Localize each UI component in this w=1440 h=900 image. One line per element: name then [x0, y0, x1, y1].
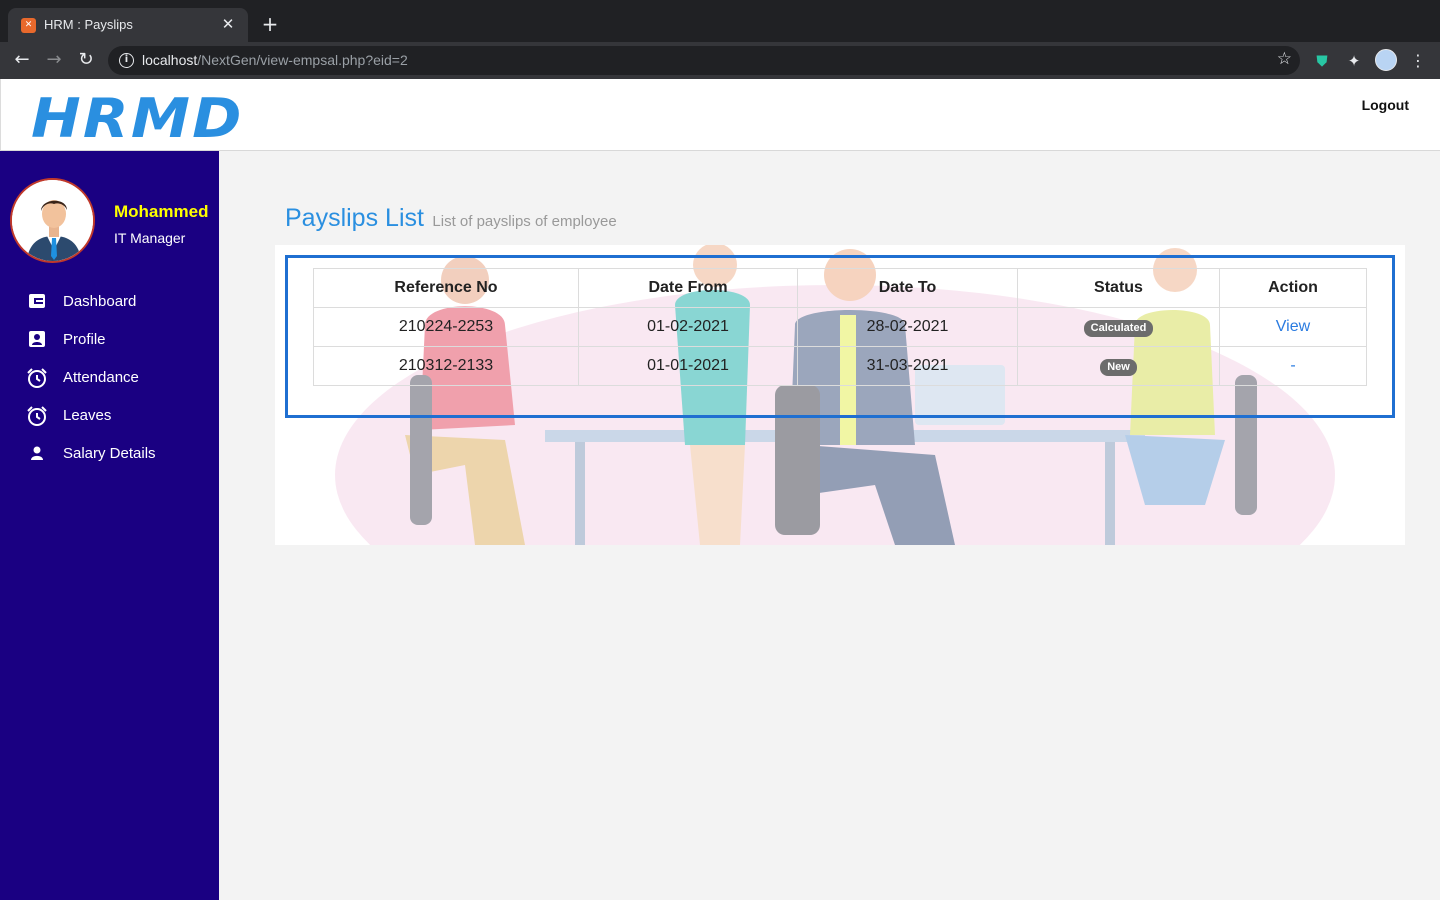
browser-tab[interactable]: ✕ HRM : Payslips ✕ — [8, 8, 248, 42]
logout-link[interactable]: Logout — [1362, 97, 1409, 113]
sidebar-item-label: Salary Details — [63, 445, 156, 462]
browser-toolbar: ← → ↻ i localhost/NextGen/view-empsal.ph… — [0, 42, 1440, 79]
sidebar-item-attendance[interactable]: Attendance — [0, 359, 219, 397]
dashboard-icon — [26, 291, 48, 313]
column-header-date-from[interactable]: Date From — [578, 268, 798, 308]
reference-no-cell: 210312-2133 — [313, 346, 579, 386]
status-cell: New — [1017, 346, 1220, 386]
date-from-cell: 01-01-2021 — [578, 346, 798, 386]
page-heading: Payslips List List of payslips of employ… — [285, 204, 617, 233]
sidebar-item-label: Profile — [63, 331, 106, 348]
reference-no-cell: 210224-2253 — [313, 307, 579, 347]
status-badge: New — [1100, 358, 1137, 376]
url-text[interactable]: localhost/NextGen/view-empsal.php?eid=2 — [142, 52, 408, 68]
site-info-icon[interactable]: i — [119, 53, 134, 68]
extension-shield-icon[interactable]: ⛊ — [1312, 51, 1332, 71]
payslips-panel: Reference No Date From Date To Status Ac… — [275, 245, 1405, 545]
payslips-table: Reference No Date From Date To Status Ac… — [313, 268, 1367, 386]
sidebar: Mohammed IT Manager Dashboard Profile At… — [0, 151, 219, 900]
app-header: HRMD Logout — [0, 79, 1440, 151]
address-bar[interactable]: i localhost/NextGen/view-empsal.php?eid=… — [108, 46, 1300, 75]
sidebar-item-profile[interactable]: Profile — [0, 321, 219, 359]
back-icon[interactable]: ← — [9, 47, 35, 73]
forward-icon[interactable]: → — [41, 47, 67, 73]
action-cell: - — [1219, 346, 1367, 386]
browser-menu-icon[interactable]: ⋮ — [1408, 51, 1428, 71]
url-path: /NextGen/view-empsal.php?eid=2 — [197, 52, 408, 68]
close-tab-icon[interactable]: ✕ — [218, 14, 238, 34]
browser-tab-strip: ✕ HRM : Payslips ✕ + — [0, 0, 1440, 42]
bookmark-star-icon[interactable]: ☆ — [1277, 49, 1292, 69]
user-role: IT Manager — [114, 230, 186, 246]
status-cell: Calculated — [1017, 307, 1220, 347]
sidebar-item-label: Leaves — [63, 407, 112, 424]
sidebar-item-label: Dashboard — [63, 293, 137, 310]
new-tab-icon[interactable]: + — [258, 12, 282, 36]
page-subtitle: List of payslips of employee — [432, 213, 617, 230]
person-icon — [26, 443, 48, 465]
column-header-action[interactable]: Action — [1219, 268, 1367, 308]
tab-title: HRM : Payslips — [44, 17, 133, 32]
sidebar-item-salary-details[interactable]: Salary Details — [0, 435, 219, 473]
table-row: 210224-2253 01-02-2021 28-02-2021 Calcul… — [313, 307, 1367, 347]
profile-card-icon — [26, 329, 48, 351]
alarm-clock-icon — [26, 405, 48, 427]
user-name: Mohammed — [114, 202, 209, 221]
url-host: localhost — [142, 52, 198, 68]
action-placeholder: - — [1290, 357, 1296, 374]
table-header-row: Reference No Date From Date To Status Ac… — [313, 268, 1367, 308]
businessman-avatar-icon — [12, 180, 93, 261]
alarm-clock-icon — [26, 367, 48, 389]
date-from-cell: 01-02-2021 — [578, 307, 798, 347]
reload-icon[interactable]: ↻ — [73, 47, 99, 73]
profile-avatar-icon[interactable] — [1375, 49, 1397, 71]
sidebar-item-dashboard[interactable]: Dashboard — [0, 283, 219, 321]
date-to-cell: 31-03-2021 — [797, 346, 1018, 386]
extensions-puzzle-icon[interactable]: ✦ — [1344, 51, 1364, 71]
view-payslip-link[interactable]: View — [1276, 318, 1310, 335]
user-avatar — [10, 178, 95, 263]
table-row: 210312-2133 01-01-2021 31-03-2021 New - — [313, 346, 1367, 386]
sidebar-menu: Dashboard Profile Attendance Leaves Sala… — [0, 283, 219, 473]
xampp-favicon-icon: ✕ — [21, 18, 36, 33]
hrmd-logo[interactable]: HRMD — [31, 89, 244, 149]
date-to-cell: 28-02-2021 — [797, 307, 1018, 347]
sidebar-item-label: Attendance — [63, 369, 139, 386]
column-header-reference-no[interactable]: Reference No — [313, 268, 579, 308]
column-header-status[interactable]: Status — [1017, 268, 1220, 308]
status-badge: Calculated — [1083, 319, 1154, 337]
payslips-table-container: Reference No Date From Date To Status Ac… — [285, 255, 1395, 418]
sidebar-item-leaves[interactable]: Leaves — [0, 397, 219, 435]
column-header-date-to[interactable]: Date To — [797, 268, 1018, 308]
page-title: Payslips List — [285, 204, 424, 232]
action-cell: View — [1219, 307, 1367, 347]
